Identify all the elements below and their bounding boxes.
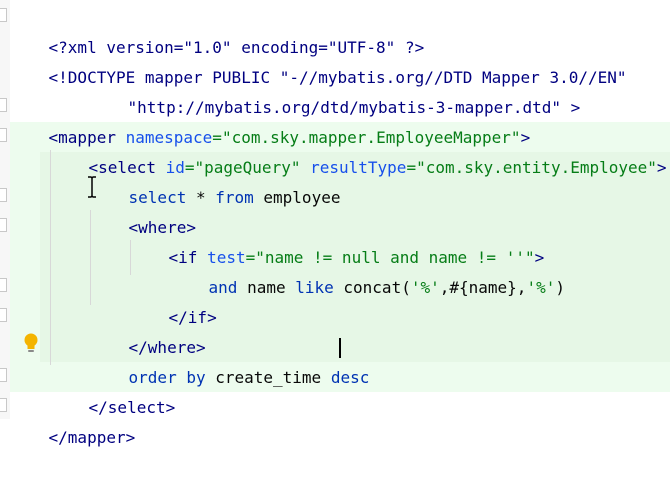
code-line-9[interactable]: and name like concat('%',#{name},'%') [170, 243, 565, 297]
code-line-12[interactable]: order by create_time desc [90, 333, 370, 387]
editor-gutter [0, 0, 10, 419]
code-line-10[interactable]: </if> [130, 273, 217, 327]
fold-marker-icon[interactable] [0, 278, 7, 292]
code-line-6[interactable]: select * from employee [90, 153, 341, 207]
close-paren: ) [555, 278, 565, 297]
fold-marker-icon[interactable] [0, 308, 7, 322]
code-line-3[interactable]: "http://mybatis.org/dtd/mybatis-3-mapper… [89, 63, 581, 117]
mapper-close-tag: </mapper> [48, 428, 136, 447]
name-parameter: ,#{name}, [439, 278, 527, 297]
sql-keyword-like: like [295, 278, 334, 297]
fold-marker-icon[interactable] [0, 368, 7, 382]
fold-marker-icon[interactable] [0, 218, 7, 232]
lightbulb-icon[interactable] [21, 332, 41, 354]
percent-string-1: '%' [410, 278, 440, 297]
sql-keyword-desc: desc [330, 368, 370, 387]
result-type-value: "com.sky.entity.Employee" [416, 158, 657, 177]
sql-keyword-from: from [215, 188, 254, 207]
table-name: employee [253, 188, 341, 207]
sort-column: create_time [205, 368, 331, 387]
code-line-5[interactable]: <select id="pageQuery" resultType="com.s… [50, 123, 667, 177]
tag-close-bracket: > [656, 158, 667, 177]
code-line-7[interactable]: <where> [90, 183, 196, 237]
text-caret [339, 338, 341, 358]
fold-marker-icon[interactable] [0, 128, 7, 142]
fold-marker-icon[interactable] [0, 188, 7, 202]
text-cursor-icon [88, 176, 96, 198]
concat-function: concat( [333, 278, 411, 297]
code-line-1[interactable]: <?xml version="1.0" encoding="UTF-8" ?> [10, 3, 425, 57]
column-name: name [237, 278, 296, 297]
code-line-13[interactable]: </select> [50, 363, 176, 417]
fold-marker-icon[interactable] [0, 98, 7, 112]
code-line-4[interactable]: <mapper namespace="com.sky.mapper.Employ… [10, 93, 531, 147]
fold-marker-icon[interactable] [0, 8, 7, 22]
code-line-2[interactable]: <!DOCTYPE mapper PUBLIC "-//mybatis.org/… [10, 33, 627, 87]
fold-marker-icon[interactable] [0, 398, 7, 412]
code-editor[interactable]: <?xml version="1.0" encoding="UTF-8" ?> … [0, 0, 670, 447]
code-line-8[interactable]: <if test="name != null and name != ''"> [130, 213, 545, 267]
percent-string-2: '%' [526, 278, 556, 297]
code-line-11[interactable]: </where> [90, 303, 206, 357]
